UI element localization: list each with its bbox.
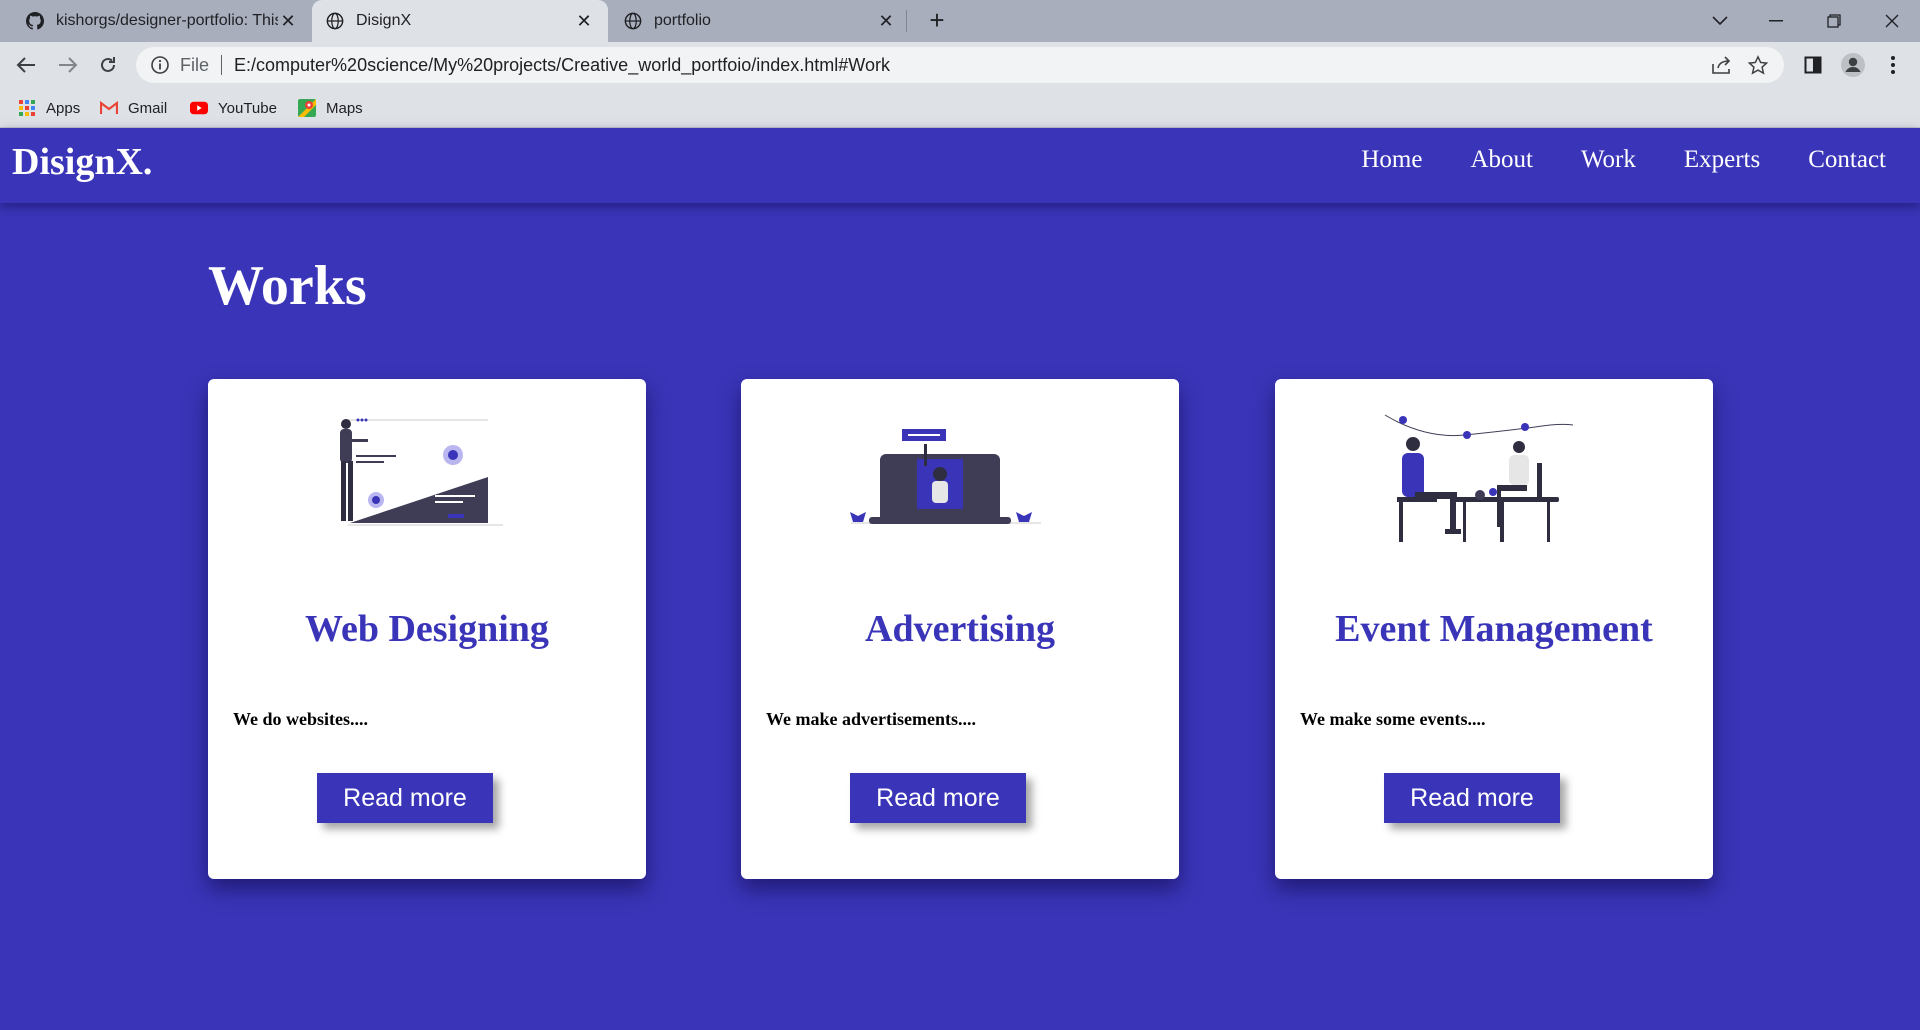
bookmark-label: Gmail xyxy=(128,99,168,117)
forward-button[interactable] xyxy=(52,49,84,81)
page-viewport: DisignX. Home About Work Experts Contact… xyxy=(0,128,1920,1030)
nav-experts[interactable]: Experts xyxy=(1684,146,1760,174)
bookmark-maps[interactable]: Maps xyxy=(298,97,363,119)
scheme-label: File xyxy=(180,54,210,75)
apps-grid-icon xyxy=(19,100,35,116)
reload-button[interactable] xyxy=(92,49,124,81)
share-icon[interactable] xyxy=(1710,55,1734,75)
bookmark-star-icon[interactable] xyxy=(1746,55,1770,75)
address-bar[interactable]: File E:/computer%20science/My%20projects… xyxy=(136,47,1784,83)
work-card-advertising: Advertising We make advertisements.... R… xyxy=(741,379,1179,879)
restore-button[interactable] xyxy=(1806,0,1862,42)
card-text: We do websites.... xyxy=(233,709,368,729)
browser-toolbar: File E:/computer%20science/My%20projects… xyxy=(0,42,1920,88)
tab-portfolio[interactable]: portfolio ✕ xyxy=(610,0,910,42)
new-tab-button[interactable]: + xyxy=(922,6,952,36)
card-text: We make some events.... xyxy=(1300,709,1486,729)
section-title: Works xyxy=(208,255,367,317)
minimize-button[interactable] xyxy=(1748,0,1804,42)
tab-title: portfolio xyxy=(654,12,711,29)
url-text[interactable]: E:/computer%20science/My%20projects/Crea… xyxy=(234,55,890,76)
tab-strip: kishorgs/designer-portfolio: This ✕ Disi… xyxy=(0,0,1920,42)
tab-separator xyxy=(906,10,907,32)
web-design-illustration xyxy=(340,418,503,526)
globe-icon xyxy=(326,12,344,30)
bookmark-label: YouTube xyxy=(218,99,277,117)
read-more-button[interactable]: Read more xyxy=(850,773,1026,823)
github-icon xyxy=(26,12,44,30)
globe-icon xyxy=(624,12,642,30)
maps-icon xyxy=(298,99,316,117)
bookmark-youtube[interactable]: YouTube xyxy=(190,97,277,119)
more-menu-icon[interactable] xyxy=(1880,52,1906,78)
site-logo[interactable]: DisignX. xyxy=(12,140,152,184)
back-button[interactable] xyxy=(10,49,42,81)
nav-contact[interactable]: Contact xyxy=(1808,146,1886,174)
close-tab-icon[interactable]: ✕ xyxy=(876,11,896,32)
card-text: We make advertisements.... xyxy=(766,709,976,729)
event-illustration xyxy=(1384,414,1574,542)
advertising-illustration xyxy=(850,429,1041,524)
side-panel-icon[interactable] xyxy=(1800,52,1826,78)
read-more-button[interactable]: Read more xyxy=(317,773,493,823)
divider xyxy=(221,55,223,75)
close-window-button[interactable] xyxy=(1864,0,1920,42)
work-card-web-designing: Web Designing We do websites.... Read mo… xyxy=(208,379,646,879)
tab-search-chevron-down-icon[interactable] xyxy=(1692,0,1748,42)
bookmark-label: Maps xyxy=(326,99,363,117)
work-card-event-management: Event Management We make some events....… xyxy=(1275,379,1713,879)
read-more-button[interactable]: Read more xyxy=(1384,773,1560,823)
gmail-icon xyxy=(100,100,118,114)
bookmark-apps[interactable]: Apps xyxy=(18,97,80,119)
site-navbar: DisignX. Home About Work Experts Contact xyxy=(0,128,1920,203)
card-title: Web Designing xyxy=(305,608,549,650)
close-tab-icon[interactable]: ✕ xyxy=(278,11,298,32)
tab-title: DisignX xyxy=(356,12,412,29)
close-tab-icon[interactable]: ✕ xyxy=(574,11,594,32)
info-icon[interactable] xyxy=(150,55,170,75)
site-menu: Home About Work Experts Contact xyxy=(1313,146,1886,174)
tab-github[interactable]: kishorgs/designer-portfolio: This ✕ xyxy=(12,0,312,42)
bookmark-label: Apps xyxy=(46,99,81,117)
nav-about[interactable]: About xyxy=(1470,146,1533,174)
profile-avatar-icon[interactable] xyxy=(1840,52,1866,78)
bookmarks-bar: Apps Gmail YouTube Maps xyxy=(0,88,1920,128)
tab-disignx[interactable]: DisignX ✕ xyxy=(312,0,608,42)
tab-title: kishorgs/designer-portfolio: This xyxy=(56,12,278,29)
bookmark-gmail[interactable]: Gmail xyxy=(100,97,167,119)
card-title: Event Management xyxy=(1335,608,1653,650)
nav-work[interactable]: Work xyxy=(1581,146,1636,174)
card-title: Advertising xyxy=(865,608,1055,650)
youtube-icon xyxy=(190,101,208,115)
nav-home[interactable]: Home xyxy=(1361,146,1422,174)
